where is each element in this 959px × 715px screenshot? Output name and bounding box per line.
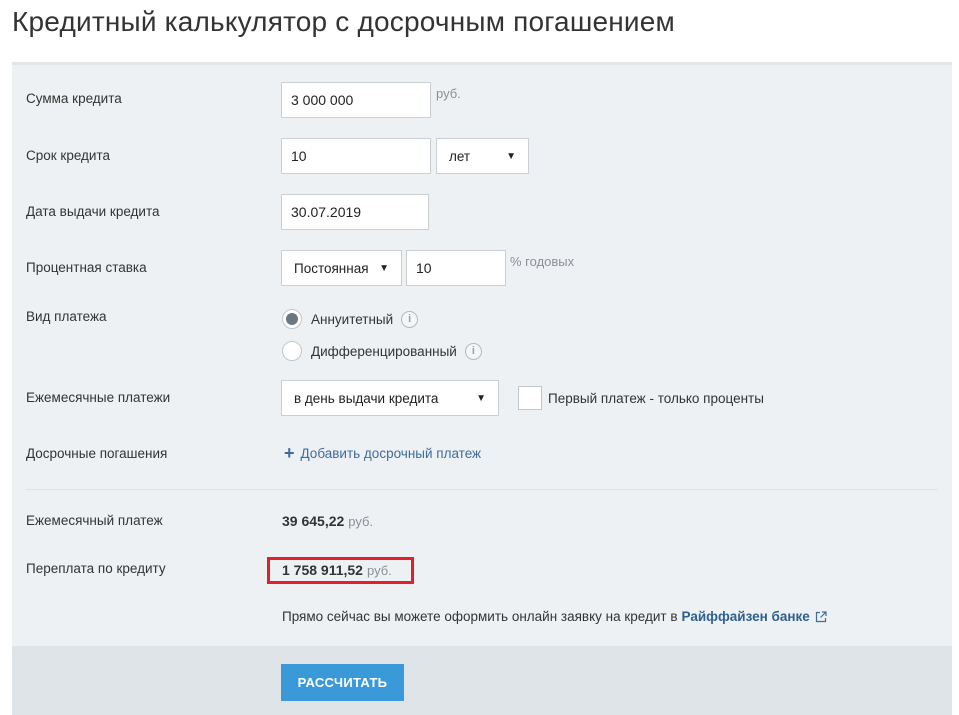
monthly-payment-value: 39 645,22 bbox=[282, 513, 345, 529]
term-input[interactable]: 10 bbox=[281, 138, 431, 174]
chevron-down-icon: ▼ bbox=[506, 150, 516, 162]
add-early-payment-link[interactable]: + Добавить досрочный платеж bbox=[284, 444, 481, 462]
promo-message: Прямо сейчас вы можете оформить онлайн з… bbox=[282, 609, 678, 624]
radio-differentiated[interactable]: Дифференцированный i bbox=[282, 339, 482, 363]
overpayment-unit: руб. bbox=[366, 563, 392, 578]
monthly-payment-result: 39 645,22 руб. bbox=[282, 513, 373, 529]
overpayment-value: 1 758 911,52 bbox=[282, 562, 363, 578]
plus-icon: + bbox=[284, 443, 295, 463]
calculate-button[interactable]: РАССЧИТАТЬ bbox=[281, 664, 404, 701]
radio-annuity-label: Аннуитетный bbox=[311, 311, 394, 327]
radio-button[interactable] bbox=[282, 309, 302, 329]
issue-date-label: Дата выдачи кредита bbox=[26, 204, 160, 219]
rate-type-select[interactable]: Постоянная ▼ bbox=[281, 250, 402, 286]
monthly-payments-value: в день выдачи кредита bbox=[294, 390, 439, 406]
monthly-payment-label: Ежемесячный платеж bbox=[26, 513, 163, 528]
amount-input[interactable]: 3 000 000 bbox=[281, 82, 431, 118]
promo-text: Прямо сейчас вы можете оформить онлайн з… bbox=[282, 609, 827, 624]
monthly-payments-label: Ежемесячные платежи bbox=[26, 390, 171, 405]
rate-unit: % годовых bbox=[510, 254, 575, 269]
radio-differentiated-label: Дифференцированный bbox=[311, 343, 457, 359]
calculator-footer bbox=[12, 646, 952, 715]
monthly-payments-select[interactable]: в день выдачи кредита ▼ bbox=[281, 380, 499, 416]
radio-button[interactable] bbox=[282, 341, 302, 361]
overpayment-result: 1 758 911,52 руб. bbox=[282, 562, 392, 578]
external-link-icon[interactable] bbox=[815, 610, 827, 623]
rate-input[interactable]: 10 bbox=[406, 250, 506, 286]
info-icon[interactable]: i bbox=[401, 310, 419, 328]
info-icon[interactable]: i bbox=[464, 342, 482, 360]
term-label: Срок кредита bbox=[26, 148, 111, 163]
early-repayments-label: Досрочные погашения bbox=[26, 446, 168, 461]
chevron-down-icon: ▼ bbox=[476, 392, 486, 404]
term-unit-select[interactable]: лет ▼ bbox=[436, 138, 529, 174]
amount-label: Сумма кредита bbox=[26, 91, 122, 106]
monthly-payment-unit: руб. bbox=[348, 514, 374, 529]
overpayment-label: Переплата по кредиту bbox=[26, 561, 166, 576]
rate-label: Процентная ставка bbox=[26, 260, 147, 275]
term-unit-value: лет bbox=[449, 148, 471, 164]
chevron-down-icon: ▼ bbox=[379, 262, 389, 274]
payment-type-label: Вид платежа bbox=[26, 309, 107, 324]
radio-annuity[interactable]: Аннуитетный i bbox=[282, 307, 419, 331]
issue-date-input[interactable]: 30.07.2019 bbox=[281, 194, 429, 230]
interest-only-checkbox[interactable] bbox=[518, 386, 542, 410]
amount-unit: руб. bbox=[436, 86, 461, 101]
divider bbox=[26, 489, 938, 490]
radio-selected-dot bbox=[286, 313, 298, 325]
bank-link[interactable]: Райффайзен банке bbox=[682, 609, 810, 624]
page-title: Кредитный калькулятор с досрочным погаше… bbox=[12, 6, 675, 37]
interest-only-label: Первый платеж - только проценты bbox=[548, 391, 764, 406]
rate-type-value: Постоянная bbox=[294, 260, 369, 276]
add-early-payment-text: Добавить досрочный платеж bbox=[300, 445, 482, 461]
